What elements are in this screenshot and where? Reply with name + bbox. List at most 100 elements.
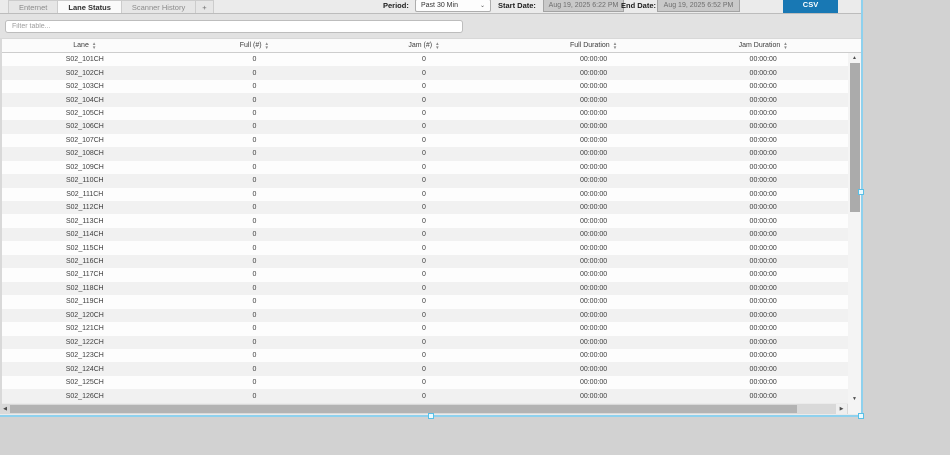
table-row[interactable]: S02_101CH0000:00:0000:00:00 <box>0 53 848 66</box>
scroll-up-button[interactable]: ▲ <box>848 53 861 63</box>
table-row[interactable]: S02_119CH0000:00:0000:00:00 <box>0 295 848 308</box>
table-header: Lane▲▼Full (#)▲▼Jam (#)▲▼Full Duration▲▼… <box>0 38 861 53</box>
cell-jam: 0 <box>339 107 509 120</box>
sort-icon: ▲▼ <box>783 42 787 48</box>
cell-jam_duration: 00:00:00 <box>678 295 848 308</box>
cell-lane: S02_106CH <box>0 120 170 133</box>
horizontal-scrollbar[interactable]: ◀ ▶ <box>0 404 848 414</box>
column-header-jam_duration[interactable]: Jam Duration▲▼ <box>678 39 848 52</box>
cell-jam: 0 <box>339 120 509 133</box>
table-row[interactable]: S02_117CH0000:00:0000:00:00 <box>0 268 848 281</box>
column-header-full_duration[interactable]: Full Duration▲▼ <box>509 39 679 52</box>
cell-jam_duration: 00:00:00 <box>678 349 848 362</box>
cell-full_duration: 00:00:00 <box>509 214 679 227</box>
cell-jam: 0 <box>339 349 509 362</box>
sort-icon: ▲▼ <box>435 42 439 48</box>
column-header-full[interactable]: Full (#)▲▼ <box>170 39 340 52</box>
table-row[interactable]: S02_120CH0000:00:0000:00:00 <box>0 309 848 322</box>
cell-jam_duration: 00:00:00 <box>678 134 848 147</box>
cell-full: 0 <box>170 309 340 322</box>
cell-jam_duration: 00:00:00 <box>678 147 848 160</box>
cell-jam: 0 <box>339 134 509 147</box>
table-row[interactable]: S02_102CH0000:00:0000:00:00 <box>0 66 848 79</box>
table-row[interactable]: S02_112CH0000:00:0000:00:00 <box>0 201 848 214</box>
cell-jam_duration: 00:00:00 <box>678 80 848 93</box>
sort-icon: ▲▼ <box>92 42 96 48</box>
table-row[interactable]: S02_107CH0000:00:0000:00:00 <box>0 134 848 147</box>
cell-full_duration: 00:00:00 <box>509 147 679 160</box>
table-row[interactable]: S02_122CH0000:00:0000:00:00 <box>0 336 848 349</box>
table-row[interactable]: S02_114CH0000:00:0000:00:00 <box>0 228 848 241</box>
cell-lane: S02_112CH <box>0 201 170 214</box>
cell-full_duration: 00:00:00 <box>509 201 679 214</box>
cell-lane: S02_113CH <box>0 214 170 227</box>
cell-full: 0 <box>170 336 340 349</box>
add-tab-button[interactable]: + <box>196 0 213 13</box>
table-row[interactable]: S02_103CH0000:00:0000:00:00 <box>0 80 848 93</box>
table-row[interactable]: S02_126CH0000:00:0000:00:00 <box>0 389 848 402</box>
table-row[interactable]: S02_108CH0000:00:0000:00:00 <box>0 147 848 160</box>
cell-full_duration: 00:00:00 <box>509 66 679 79</box>
scroll-left-button[interactable]: ◀ <box>0 404 10 414</box>
table-row[interactable]: S02_121CH0000:00:0000:00:00 <box>0 322 848 335</box>
table-row[interactable]: S02_111CH0000:00:0000:00:00 <box>0 188 848 201</box>
cell-full_duration: 00:00:00 <box>509 268 679 281</box>
cell-jam_duration: 00:00:00 <box>678 53 848 66</box>
cell-full: 0 <box>170 134 340 147</box>
cell-jam: 0 <box>339 66 509 79</box>
cell-full: 0 <box>170 161 340 174</box>
end-date-field[interactable]: Aug 19, 2025 6:52 PM <box>657 0 740 12</box>
selection-handle-bottom-right[interactable] <box>858 413 864 419</box>
cell-jam: 0 <box>339 309 509 322</box>
cell-lane: S02_109CH <box>0 161 170 174</box>
cell-full_duration: 00:00:00 <box>509 134 679 147</box>
cell-full_duration: 00:00:00 <box>509 93 679 106</box>
tab-scanner-history[interactable]: Scanner History <box>122 0 196 13</box>
cell-jam_duration: 00:00:00 <box>678 322 848 335</box>
table-row[interactable]: S02_123CH0000:00:0000:00:00 <box>0 349 848 362</box>
cell-jam_duration: 00:00:00 <box>678 161 848 174</box>
cell-lane: S02_110CH <box>0 174 170 187</box>
vertical-scrollbar[interactable]: ▲ ▼ <box>848 53 861 404</box>
cell-full: 0 <box>170 188 340 201</box>
table-row[interactable]: S02_104CH0000:00:0000:00:00 <box>0 93 848 106</box>
cell-lane: S02_107CH <box>0 134 170 147</box>
cell-lane: S02_119CH <box>0 295 170 308</box>
scroll-right-button[interactable]: ▶ <box>836 404 847 414</box>
table-row[interactable]: S02_109CH0000:00:0000:00:00 <box>0 161 848 174</box>
cell-full_duration: 00:00:00 <box>509 188 679 201</box>
start-date-field[interactable]: Aug 19, 2025 6:22 PM <box>543 0 624 12</box>
cell-lane: S02_124CH <box>0 362 170 375</box>
table-row[interactable]: S02_115CH0000:00:0000:00:00 <box>0 241 848 254</box>
cell-jam: 0 <box>339 268 509 281</box>
filter-table-input[interactable] <box>5 20 463 33</box>
cell-lane: S02_103CH <box>0 80 170 93</box>
cell-full_duration: 00:00:00 <box>509 80 679 93</box>
table-row[interactable]: S02_110CH0000:00:0000:00:00 <box>0 174 848 187</box>
selection-handle-right-middle[interactable] <box>858 189 864 195</box>
export-csv-label-line2: CSV <box>803 1 818 10</box>
cell-lane: S02_114CH <box>0 228 170 241</box>
scroll-down-button[interactable]: ▼ <box>848 394 861 404</box>
period-select[interactable]: Past 30 Min ⌄ <box>415 0 491 12</box>
export-csv-button[interactable]: Export to CSV <box>783 0 838 13</box>
table-row[interactable]: S02_125CH0000:00:0000:00:00 <box>0 376 848 389</box>
horizontal-scrollbar-thumb[interactable] <box>10 405 797 413</box>
column-header-lane[interactable]: Lane▲▼ <box>0 39 170 52</box>
table-row[interactable]: S02_106CH0000:00:0000:00:00 <box>0 120 848 133</box>
table-row[interactable]: S02_118CH0000:00:0000:00:00 <box>0 282 848 295</box>
table-row[interactable]: S02_124CH0000:00:0000:00:00 <box>0 362 848 375</box>
cell-full: 0 <box>170 268 340 281</box>
tab-enternet[interactable]: Enternet <box>8 0 58 13</box>
column-header-jam[interactable]: Jam (#)▲▼ <box>339 39 509 52</box>
column-header-label: Full Duration <box>570 42 610 49</box>
arrow-down-icon: ▼ <box>852 396 857 402</box>
cell-full_duration: 00:00:00 <box>509 376 679 389</box>
cell-jam: 0 <box>339 336 509 349</box>
tab-lane-status[interactable]: Lane Status <box>58 0 122 13</box>
table-row[interactable]: S02_105CH0000:00:0000:00:00 <box>0 107 848 120</box>
cell-lane: S02_122CH <box>0 336 170 349</box>
table-row[interactable]: S02_116CH0000:00:0000:00:00 <box>0 255 848 268</box>
table-row[interactable]: S02_113CH0000:00:0000:00:00 <box>0 214 848 227</box>
selection-handle-bottom-center[interactable] <box>428 413 434 419</box>
